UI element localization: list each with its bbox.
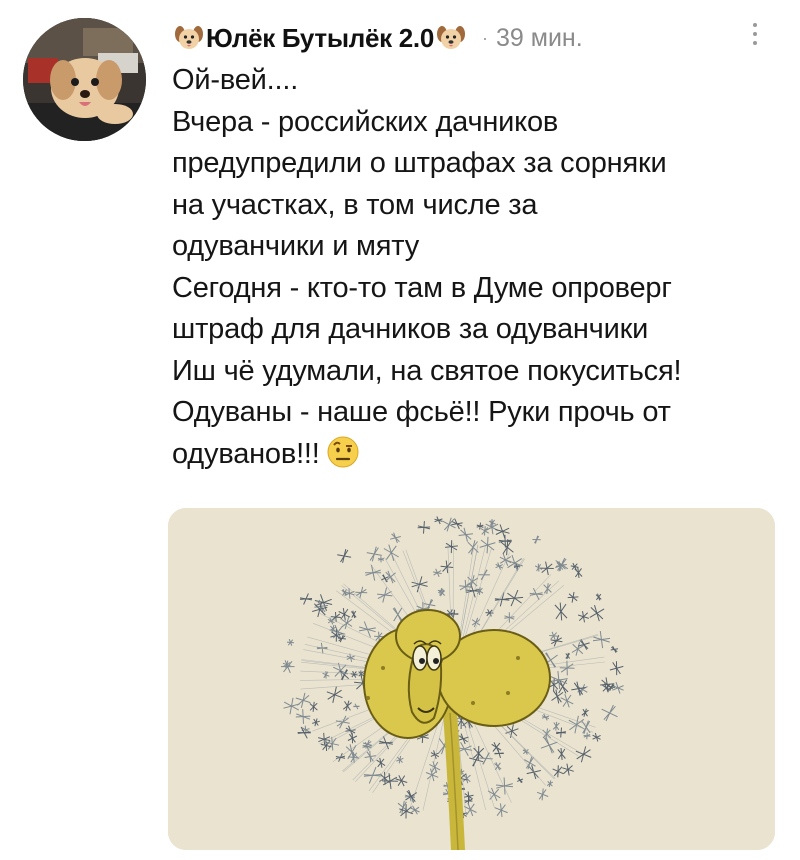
post-text-line: одуванчики и мяту bbox=[172, 230, 419, 262]
author-name: Юлёк Бутылёк 2.0 bbox=[206, 22, 434, 53]
post-text-line: на участках, в том числе за bbox=[172, 188, 538, 221]
author-link[interactable]: Юлёк Бутылёк 2.0 bbox=[172, 23, 468, 54]
post-text-line: предупредили о штрафах за сорняки bbox=[172, 147, 667, 179]
post-text-line: Иш чё удумали, на святое покуситься! bbox=[172, 354, 682, 387]
vertical-dots-menu-icon[interactable] bbox=[745, 16, 765, 52]
post-text: Ой-вей.... Вчера - российских дачников п… bbox=[172, 60, 782, 475]
avatar[interactable] bbox=[23, 18, 146, 141]
time-separator: · bbox=[482, 27, 488, 48]
post-image[interactable] bbox=[168, 508, 775, 850]
post-text-line: Сегодня - кто-то там в Думе опроверг bbox=[172, 271, 672, 304]
post-text-line: штраф для дачников за одуванчики bbox=[172, 313, 649, 345]
post-text-line: Ой-вей.... bbox=[172, 64, 299, 96]
post-time[interactable]: · 39 мин. bbox=[482, 24, 583, 53]
dandelion-illustration bbox=[168, 508, 775, 850]
post-header: Юлёк Бутылёк 2.0 · 39 мин. bbox=[172, 16, 772, 60]
dog-face-icon bbox=[436, 24, 466, 52]
post-text-line: Одуваны - наше фсьё!! Руки прочь от bbox=[172, 396, 671, 428]
post-text-line: Вчера - российских дачников bbox=[172, 105, 559, 138]
time-label: 39 мин. bbox=[496, 23, 583, 52]
post-text-line: одуванов!!! bbox=[172, 437, 320, 470]
post-text-last-line: одуванов!!! bbox=[172, 434, 782, 476]
post-card: Юлёк Бутылёк 2.0 · 39 мин. Ой-вей.... Вч… bbox=[0, 0, 800, 860]
dog-face-icon bbox=[174, 24, 204, 52]
face-with-raised-eyebrow-icon bbox=[326, 435, 360, 469]
